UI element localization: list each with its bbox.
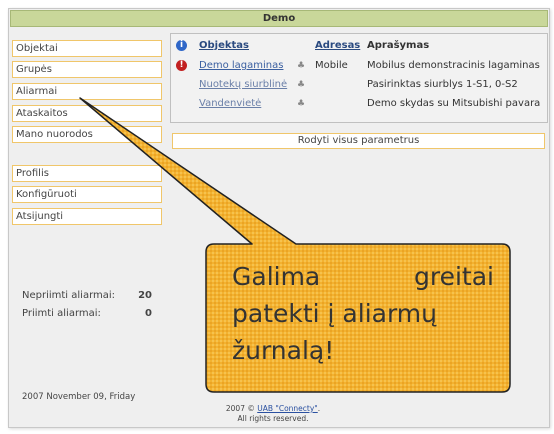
- callout-line-3: žurnalą!: [232, 336, 335, 365]
- callout-text: Galima greitai patekti į aliarmų žurnalą!: [232, 258, 496, 369]
- callout-word: greitai: [414, 262, 494, 291]
- callout-line-2: patekti į aliarmų: [232, 299, 438, 328]
- callout-line-1: Galima greitai: [232, 258, 494, 295]
- callout-word: Galima: [232, 262, 321, 291]
